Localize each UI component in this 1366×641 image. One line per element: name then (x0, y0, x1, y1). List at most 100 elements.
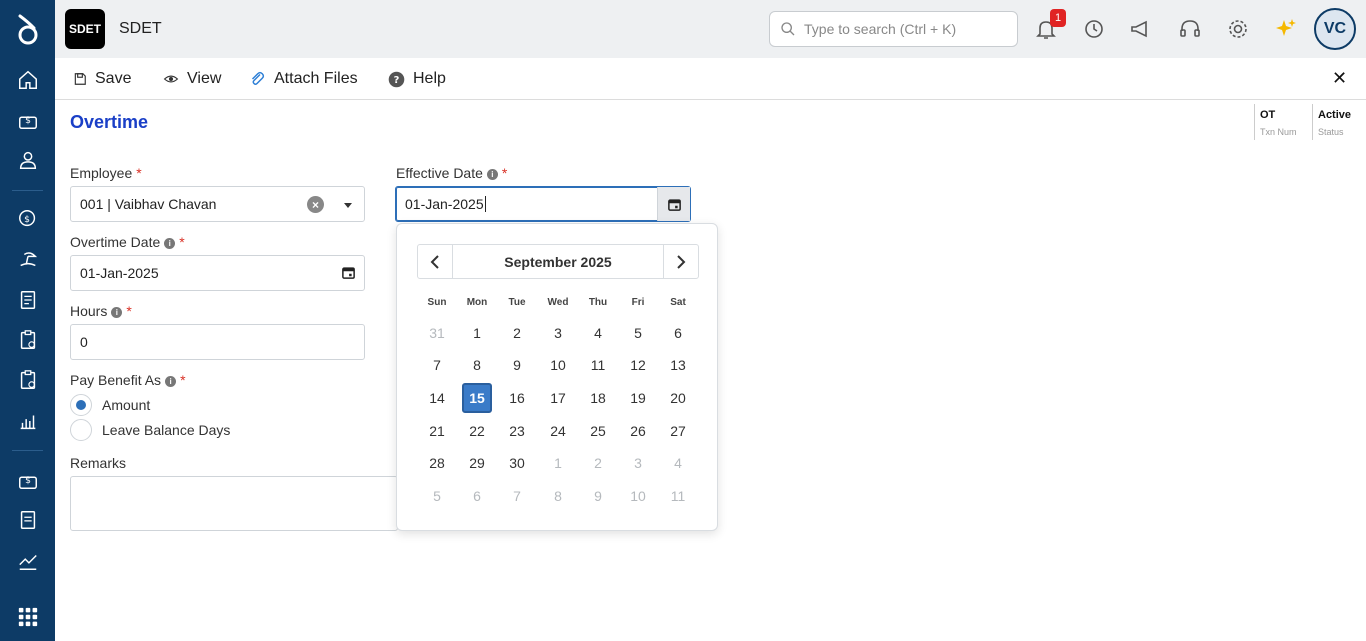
radio-leave-balance-label: Leave Balance Days (102, 422, 231, 438)
user-avatar[interactable]: VC (1314, 8, 1356, 50)
apps-grid-icon[interactable] (15, 604, 41, 630)
calendar-day-outside-month[interactable]: 7 (502, 481, 532, 511)
calendar-day[interactable]: 3 (543, 318, 573, 348)
calendar-day[interactable]: 17 (543, 383, 573, 413)
payment-inbox-icon[interactable]: $ (15, 467, 41, 493)
calendar-day-outside-month[interactable]: 3 (623, 448, 653, 478)
calendar-day[interactable]: 19 (623, 383, 653, 413)
date-picker-popup: September 2025 Sun Mon Tue Wed Thu Fri Sat 31 1… (396, 223, 718, 531)
calendar-button[interactable] (657, 187, 690, 221)
leave-beach-icon[interactable] (15, 247, 41, 273)
calendar-day-outside-month[interactable]: 8 (543, 481, 573, 511)
calendar-day-outside-month[interactable]: 2 (583, 448, 613, 478)
close-button[interactable]: ✕ (1313, 58, 1366, 100)
home-icon[interactable] (15, 67, 41, 93)
calendar-day[interactable]: 10 (543, 350, 573, 380)
action-toolbar: Save View Attach Files ? Help (55, 58, 1313, 100)
calendar-day[interactable]: 23 (502, 416, 532, 446)
app-badge[interactable]: SDET (65, 9, 105, 49)
status-value: Active (1318, 109, 1352, 121)
calendar-day[interactable]: 15 (462, 383, 492, 413)
calendar-day[interactable]: 2 (502, 318, 532, 348)
txn-num-meta: OT Txn Num (1254, 104, 1311, 140)
calendar-day[interactable]: 25 (583, 416, 613, 446)
previous-month-button[interactable] (418, 245, 453, 278)
overtime-date-input[interactable]: 01-Jan-2025 (70, 255, 365, 291)
radio-amount-button[interactable] (70, 394, 92, 416)
calendar-day[interactable]: 28 (422, 448, 452, 478)
clipboard-settings-icon[interactable] (15, 367, 41, 393)
reports-icon[interactable] (15, 507, 41, 533)
remarks-textarea[interactable] (70, 476, 398, 531)
radio-leave-balance[interactable]: Leave Balance Days (70, 419, 230, 441)
calendar-day[interactable]: 29 (462, 448, 492, 478)
calendar-day[interactable]: 27 (663, 416, 693, 446)
calendar-day[interactable]: 7 (422, 350, 452, 380)
save-button[interactable]: Save (73, 69, 131, 89)
settings-gear-icon[interactable] (1224, 15, 1252, 43)
radio-leave-balance-button[interactable] (70, 419, 92, 441)
calendar-day[interactable]: 18 (583, 383, 613, 413)
calendar-day[interactable]: 8 (462, 350, 492, 380)
calendar-day[interactable]: 30 (502, 448, 532, 478)
calendar-day[interactable]: 21 (422, 416, 452, 446)
calendar-day-outside-month[interactable]: 9 (583, 481, 613, 511)
payroll-inbox-icon[interactable]: $ (15, 107, 41, 133)
calendar-day-outside-month[interactable]: 5 (422, 481, 452, 511)
attach-files-button[interactable]: Attach Files (248, 69, 358, 89)
hours-input[interactable]: 0 (70, 324, 365, 360)
radio-amount[interactable]: Amount (70, 394, 150, 416)
month-year-title[interactable]: September 2025 (453, 245, 663, 278)
help-button[interactable]: ? Help (388, 69, 446, 89)
calendar-day-outside-month[interactable]: 6 (462, 481, 492, 511)
calendar-day[interactable]: 12 (623, 350, 653, 380)
sidebar-divider (12, 190, 43, 191)
chevron-down-icon[interactable] (344, 203, 352, 208)
calendar-day[interactable]: 13 (663, 350, 693, 380)
save-icon (73, 72, 87, 86)
clipboard-icon[interactable] (15, 327, 41, 353)
salary-settings-icon[interactable]: $ (15, 206, 41, 232)
view-button[interactable]: View (163, 69, 221, 89)
calendar-day-outside-month[interactable]: 10 (623, 481, 653, 511)
calendar-day[interactable]: 20 (663, 383, 693, 413)
ai-sparkle-icon[interactable] (1272, 15, 1300, 43)
calendar-day-outside-month[interactable]: 4 (663, 448, 693, 478)
analytics-chart-icon[interactable] (15, 408, 41, 434)
search-input[interactable] (804, 21, 1004, 37)
clear-icon[interactable]: × (307, 196, 324, 213)
announcement-megaphone-icon[interactable] (1127, 15, 1155, 43)
history-icon[interactable] (1080, 15, 1108, 43)
calendar-day[interactable]: 11 (583, 350, 613, 380)
calendar-icon[interactable] (341, 265, 356, 283)
next-month-button[interactable] (663, 245, 698, 278)
calendar-day[interactable]: 9 (502, 350, 532, 380)
calendar-day[interactable]: 22 (462, 416, 492, 446)
calendar-day[interactable]: 1 (462, 318, 492, 348)
effective-date-input[interactable]: 01-Jan-2025 (395, 186, 691, 222)
calendar-day-outside-month[interactable]: 1 (543, 448, 573, 478)
calendar-day[interactable]: 5 (623, 318, 653, 348)
save-label: Save (95, 70, 132, 87)
status-meta: Active Status (1312, 104, 1366, 140)
notifications-bell-icon[interactable]: 1 (1032, 9, 1066, 43)
info-icon: i (111, 307, 123, 318)
calendar-day[interactable]: 26 (623, 416, 653, 446)
brand-logo-icon[interactable] (14, 12, 42, 46)
support-headset-icon[interactable] (1176, 15, 1204, 43)
trend-chart-icon[interactable] (15, 548, 41, 574)
weekday-label: Fri (631, 297, 645, 308)
calendar-day[interactable]: 14 (422, 383, 452, 413)
employee-select[interactable]: 001 | Vaibhav Chavan × (70, 186, 365, 222)
eye-icon (163, 72, 179, 86)
calendar-day-outside-month[interactable]: 31 (422, 318, 452, 348)
calendar-day[interactable]: 4 (583, 318, 613, 348)
calendar-day[interactable]: 16 (502, 383, 532, 413)
search-box[interactable] (769, 11, 1018, 47)
employee-icon[interactable] (15, 147, 41, 173)
chevron-left-icon (430, 254, 439, 269)
calendar-day-outside-month[interactable]: 11 (663, 481, 693, 511)
calendar-day[interactable]: 24 (543, 416, 573, 446)
calendar-day[interactable]: 6 (663, 318, 693, 348)
payslip-icon[interactable] (15, 287, 41, 313)
